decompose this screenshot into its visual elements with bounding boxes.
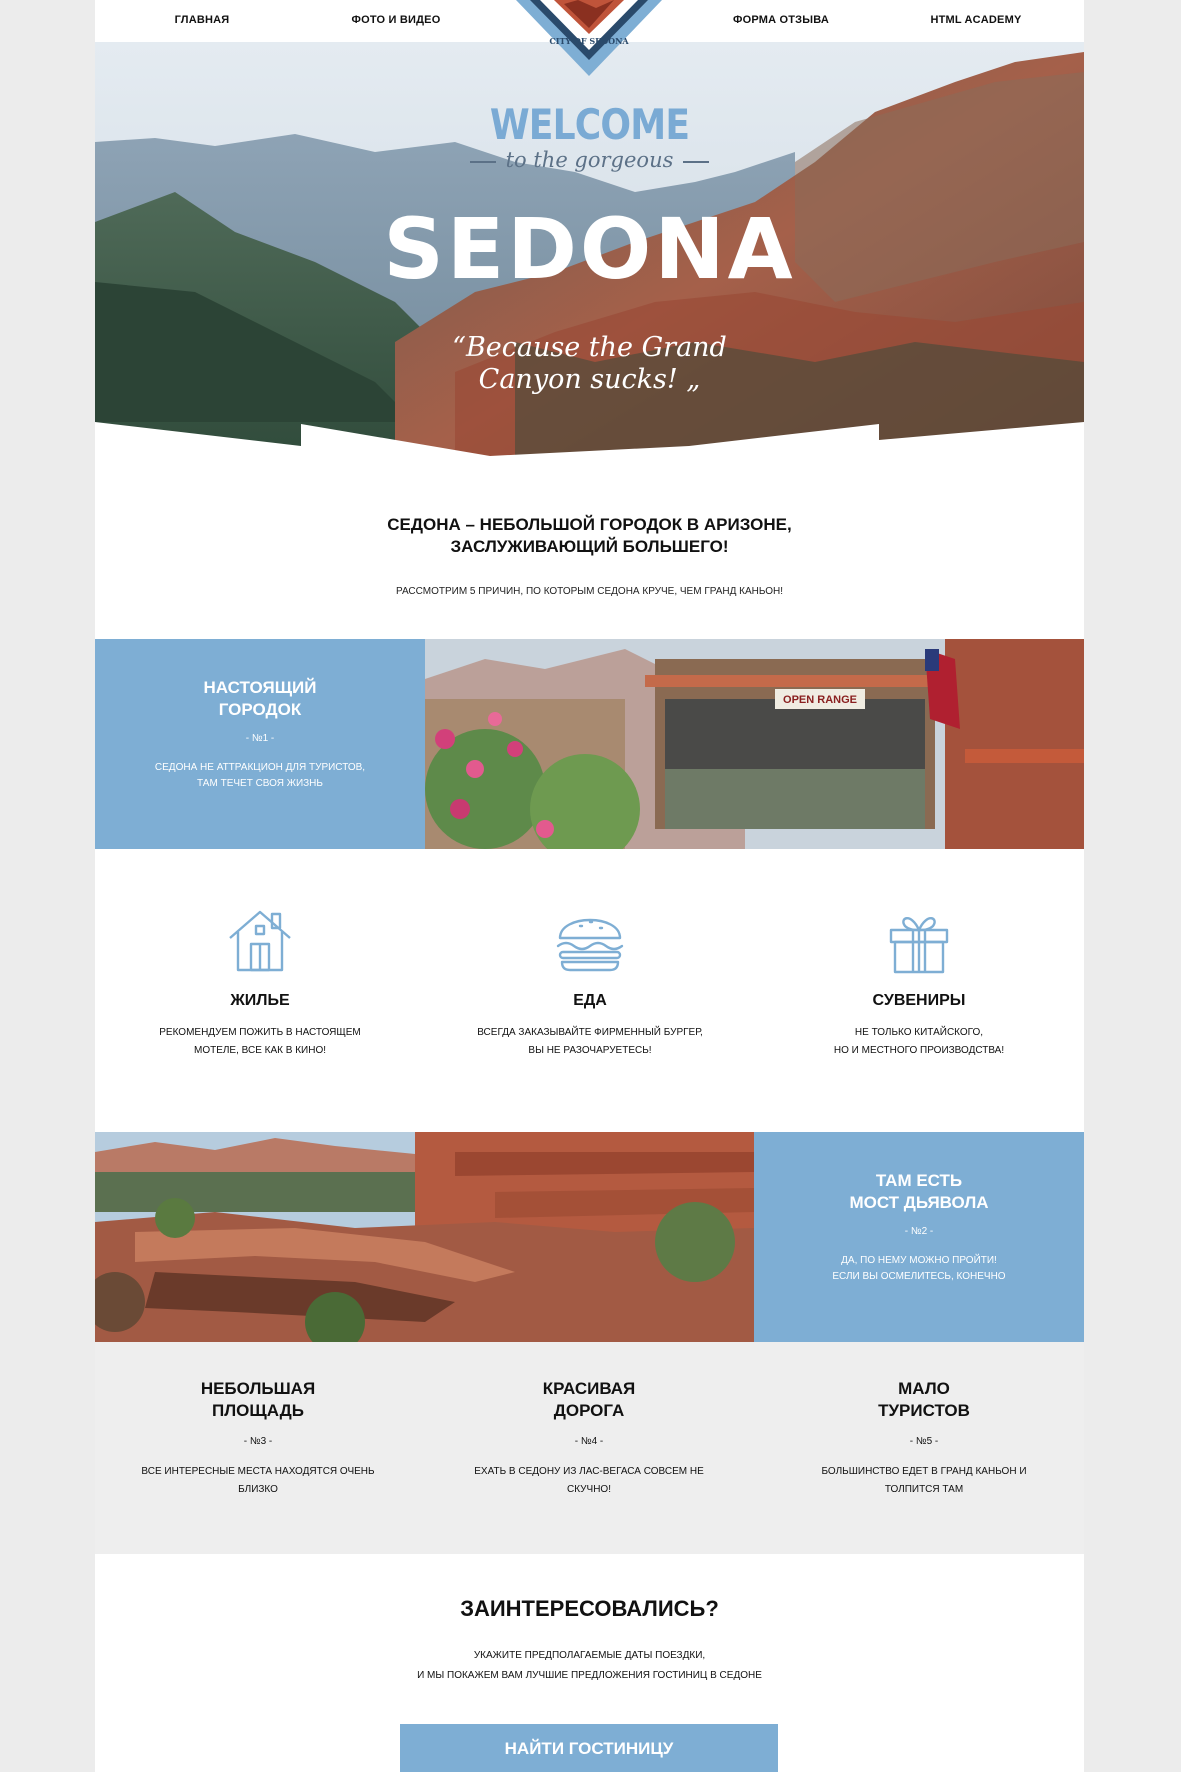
hero-subtitle: to the gorgeous xyxy=(95,148,1084,172)
feature-box-2: Там есть мост дьявола - №2 - Да, по нему… xyxy=(754,1132,1084,1342)
hero-welcome: WELCOME xyxy=(489,100,690,149)
icon-card-text: Не только китайского, но и местного прои… xyxy=(833,1027,1005,1056)
intro-title-line: заслуживающий большего! xyxy=(450,537,729,556)
reasons-section: Небольшая площадь - №3 - Все интересные … xyxy=(95,1342,1084,1554)
intro-subtitle: Рассмотрим 5 причин, по которым Седона к… xyxy=(395,586,784,597)
icon-card-title: Еда xyxy=(573,992,607,1009)
page: Главная Фото и видео Форма отзыва HTML A… xyxy=(95,0,1084,1772)
reason-card-3: Небольшая площадь - №3 - Все интересные … xyxy=(128,1378,388,1499)
reason-number: - №5 - xyxy=(909,1436,939,1447)
reason-number: - №3 - xyxy=(243,1436,273,1447)
hero-title: SEDONA xyxy=(383,200,796,298)
hero-subtitle-text: to the gorgeous xyxy=(505,148,674,172)
house-icon xyxy=(229,910,291,972)
icon-card-souvenirs: Сувениры Не только китайского, но и мест… xyxy=(754,908,1084,1060)
reason-title: Красивая дорога xyxy=(542,1379,636,1420)
reason-card-5: Мало туристов - №5 - Большинство едет в … xyxy=(794,1378,1054,1499)
nav-link-home[interactable]: Главная xyxy=(175,14,230,26)
feature-box-1: Настоящий городок - №1 - Седона не аттра… xyxy=(95,639,425,849)
hero-quote-line: Canyon sucks! „ xyxy=(478,364,701,395)
intro-title: Седона – небольшой городок в Аризоне, за… xyxy=(95,514,1084,558)
hero-quote-line: “Because the Grand xyxy=(452,332,727,363)
nav-link-html-academy[interactable]: HTML Academy xyxy=(930,14,1021,26)
icon-card-text: Рекомендуем пожить в настоящем мотеле, в… xyxy=(159,1027,361,1056)
reason-number: - №4 - xyxy=(574,1436,604,1447)
reason-title: Мало туристов xyxy=(878,1379,970,1420)
icon-card-text: Всегда заказывайте фирменный бургер, вы … xyxy=(477,1027,703,1056)
burger-icon xyxy=(556,918,624,972)
hero-quote: “Because the Grand Canyon sucks! „ xyxy=(95,332,1084,396)
reason-text: Ехать в Седону из Лас-Вегаса совсем не с… xyxy=(474,1466,704,1495)
feature-title: Там есть мост дьявола xyxy=(849,1171,989,1212)
cta-text: Укажите предполагаемые даты поездки, и м… xyxy=(417,1650,762,1681)
feature-title: Настоящий городок xyxy=(203,678,317,719)
feature-text: Да, по нему можно пройти! Если вы осмели… xyxy=(832,1255,1006,1282)
intro-title-line: Седона – небольшой городок в Аризоне, xyxy=(387,515,792,534)
nav-link-feedback[interactable]: Форма отзыва xyxy=(733,14,829,26)
find-hotel-button[interactable]: Найти гостиницу xyxy=(400,1724,778,1772)
hero-section: WELCOME to the gorgeous SEDONA “Because … xyxy=(95,42,1084,470)
town-street-photo: OPEN RANGE xyxy=(425,639,1084,849)
reason-card-4: Красивая дорога - №4 - Ехать в Седону из… xyxy=(459,1378,719,1499)
reason-title: Небольшая площадь xyxy=(200,1379,316,1420)
store-sign-text: OPEN RANGE xyxy=(783,694,857,706)
nav-link-photo-video[interactable]: Фото и видео xyxy=(352,14,441,26)
cta-title: Заинтересовались? xyxy=(460,1596,719,1621)
icon-card-title: Сувениры xyxy=(872,992,966,1009)
feature-text: Седона не аттракцион для туристов, там т… xyxy=(154,762,366,789)
feature-number: - №2 - xyxy=(904,1226,934,1237)
city-of-sedona-logo[interactable]: CITY OF SEDONA xyxy=(516,0,662,78)
reason-text: Все интересные места находятся очень бли… xyxy=(141,1466,375,1495)
devils-bridge-photo xyxy=(95,1132,754,1342)
gift-icon xyxy=(889,917,949,974)
icon-card-food: Еда Всегда заказывайте фирменный бургер,… xyxy=(425,908,755,1060)
icon-card-housing: Жилье Рекомендуем пожить в настоящем мот… xyxy=(95,908,425,1060)
logo-text: CITY OF SEDONA xyxy=(549,36,629,46)
reason-text: Большинство едет в Гранд Каньон и толпит… xyxy=(821,1466,1027,1495)
feature-number: - №1 - xyxy=(245,733,275,744)
icon-card-title: Жилье xyxy=(230,992,290,1009)
